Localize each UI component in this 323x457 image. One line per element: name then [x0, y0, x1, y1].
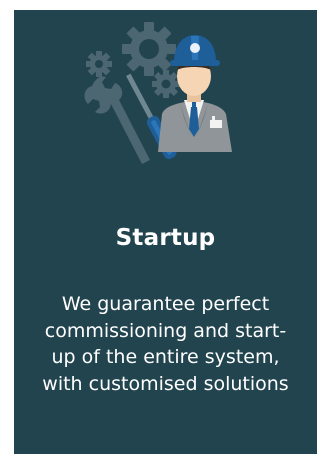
card-title: Startup: [115, 225, 216, 251]
description-line: with customised solutions: [42, 372, 289, 395]
engineer-with-tools-icon: [84, 22, 232, 164]
description-line: up of the entire system,: [51, 346, 280, 368]
wrench-icon: [84, 76, 150, 164]
small-gear-icon: [152, 70, 180, 98]
service-card: Startup We guarantee perfect commissioni…: [14, 10, 317, 454]
card-description: We guarantee perfect commissioning and s…: [22, 291, 309, 397]
description-line: commissioning and start-: [44, 319, 287, 342]
description-line: We guarantee perfect: [61, 293, 270, 315]
large-gear-icon: [122, 22, 176, 76]
small-gear-icon: [86, 51, 112, 77]
